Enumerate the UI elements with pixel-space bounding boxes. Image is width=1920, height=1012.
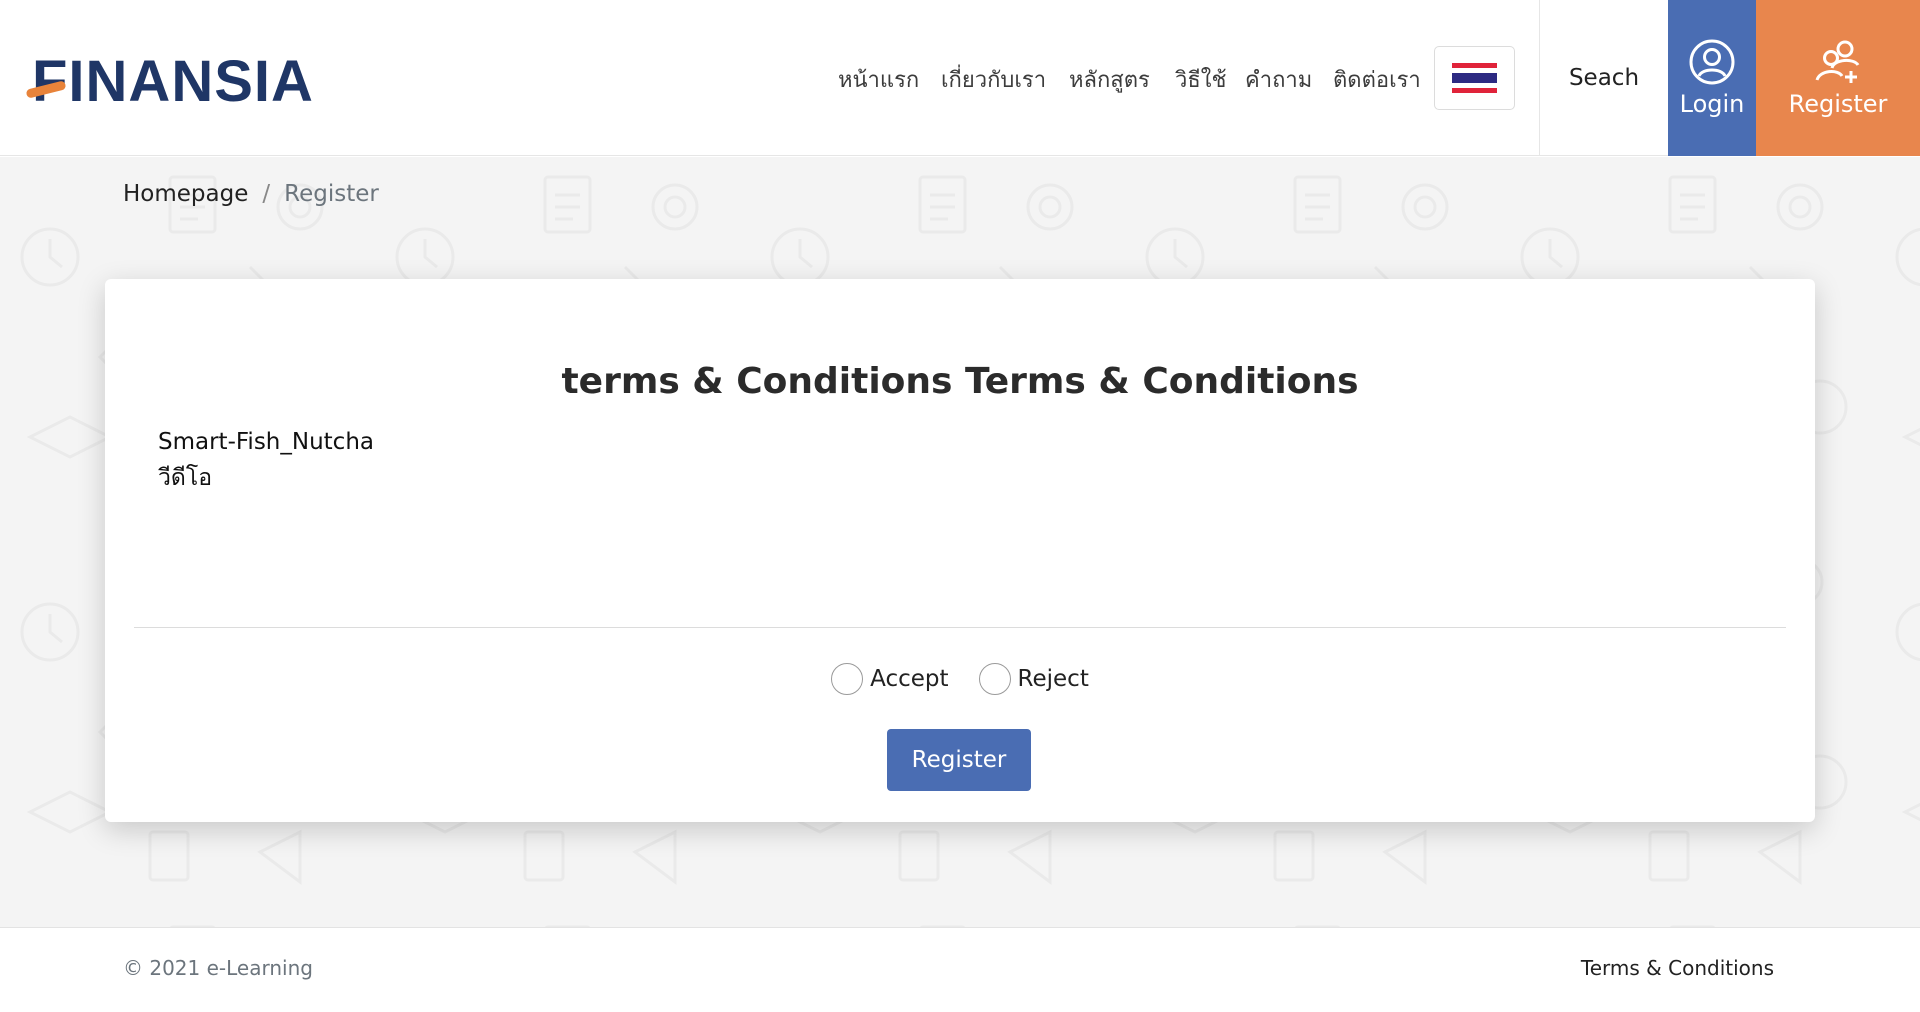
copyright-text: © 2021 e-Learning	[123, 956, 313, 980]
terms-body-line: Smart-Fish_Nutcha	[158, 429, 374, 455]
accept-option[interactable]: Accept	[831, 663, 949, 695]
logo-wordmark: FINANSIA	[25, 53, 314, 111]
terms-body-line: วีดีโอ	[158, 465, 213, 491]
nav-faq[interactable]: คำถาม	[1245, 62, 1312, 97]
card-divider	[134, 627, 1786, 628]
finansia-logo[interactable]: FINANSIA	[25, 52, 314, 112]
nav-howto[interactable]: วิธีใช้	[1175, 62, 1226, 97]
login-label: Login	[1679, 90, 1745, 118]
user-circle-icon	[1689, 39, 1735, 85]
nav-home[interactable]: หน้าแรก	[838, 62, 919, 97]
breadcrumb-current: Register	[284, 181, 379, 207]
reject-label: Reject	[1017, 666, 1089, 692]
nav-courses[interactable]: หลักสูตร	[1069, 62, 1150, 97]
nav-contact[interactable]: ติดต่อเรา	[1333, 62, 1421, 97]
login-button[interactable]: Login	[1668, 0, 1756, 156]
terms-conditions-link[interactable]: Terms & Conditions	[1581, 956, 1774, 980]
reject-option[interactable]: Reject	[978, 663, 1089, 695]
terms-body: Smart-Fish_Nutcha วีดีโอ	[158, 424, 374, 496]
language-switch-button[interactable]	[1434, 46, 1515, 110]
main-content: Homepage / Register terms & Conditions T…	[0, 157, 1920, 927]
register-submit-button[interactable]: Register	[887, 729, 1031, 791]
accept-label: Accept	[870, 666, 949, 692]
register-nav-label: Register	[1788, 90, 1888, 118]
site-footer: © 2021 e-Learning Terms & Conditions	[0, 927, 1920, 1012]
register-nav-button[interactable]: Register	[1756, 0, 1920, 156]
consent-radio-group: Accept Reject	[105, 663, 1815, 695]
search-label: Seach	[1568, 65, 1640, 91]
search-button[interactable]: Seach	[1539, 0, 1668, 156]
accept-radio[interactable]	[831, 663, 864, 695]
breadcrumb-home-link[interactable]: Homepage	[123, 181, 248, 207]
site-header: FINANSIA หน้าแรก เกี่ยวกับเรา หลักสูตร ว…	[0, 0, 1920, 156]
nav-about[interactable]: เกี่ยวกับเรา	[941, 62, 1046, 97]
breadcrumb: Homepage / Register	[123, 181, 379, 207]
reject-radio[interactable]	[978, 663, 1011, 695]
terms-title: terms & Conditions Terms & Conditions	[561, 361, 1359, 402]
breadcrumb-separator: /	[262, 181, 271, 207]
add-user-icon	[1815, 40, 1860, 83]
thailand-flag-icon	[1452, 63, 1497, 93]
terms-card: terms & Conditions Terms & Conditions Sm…	[105, 279, 1815, 822]
